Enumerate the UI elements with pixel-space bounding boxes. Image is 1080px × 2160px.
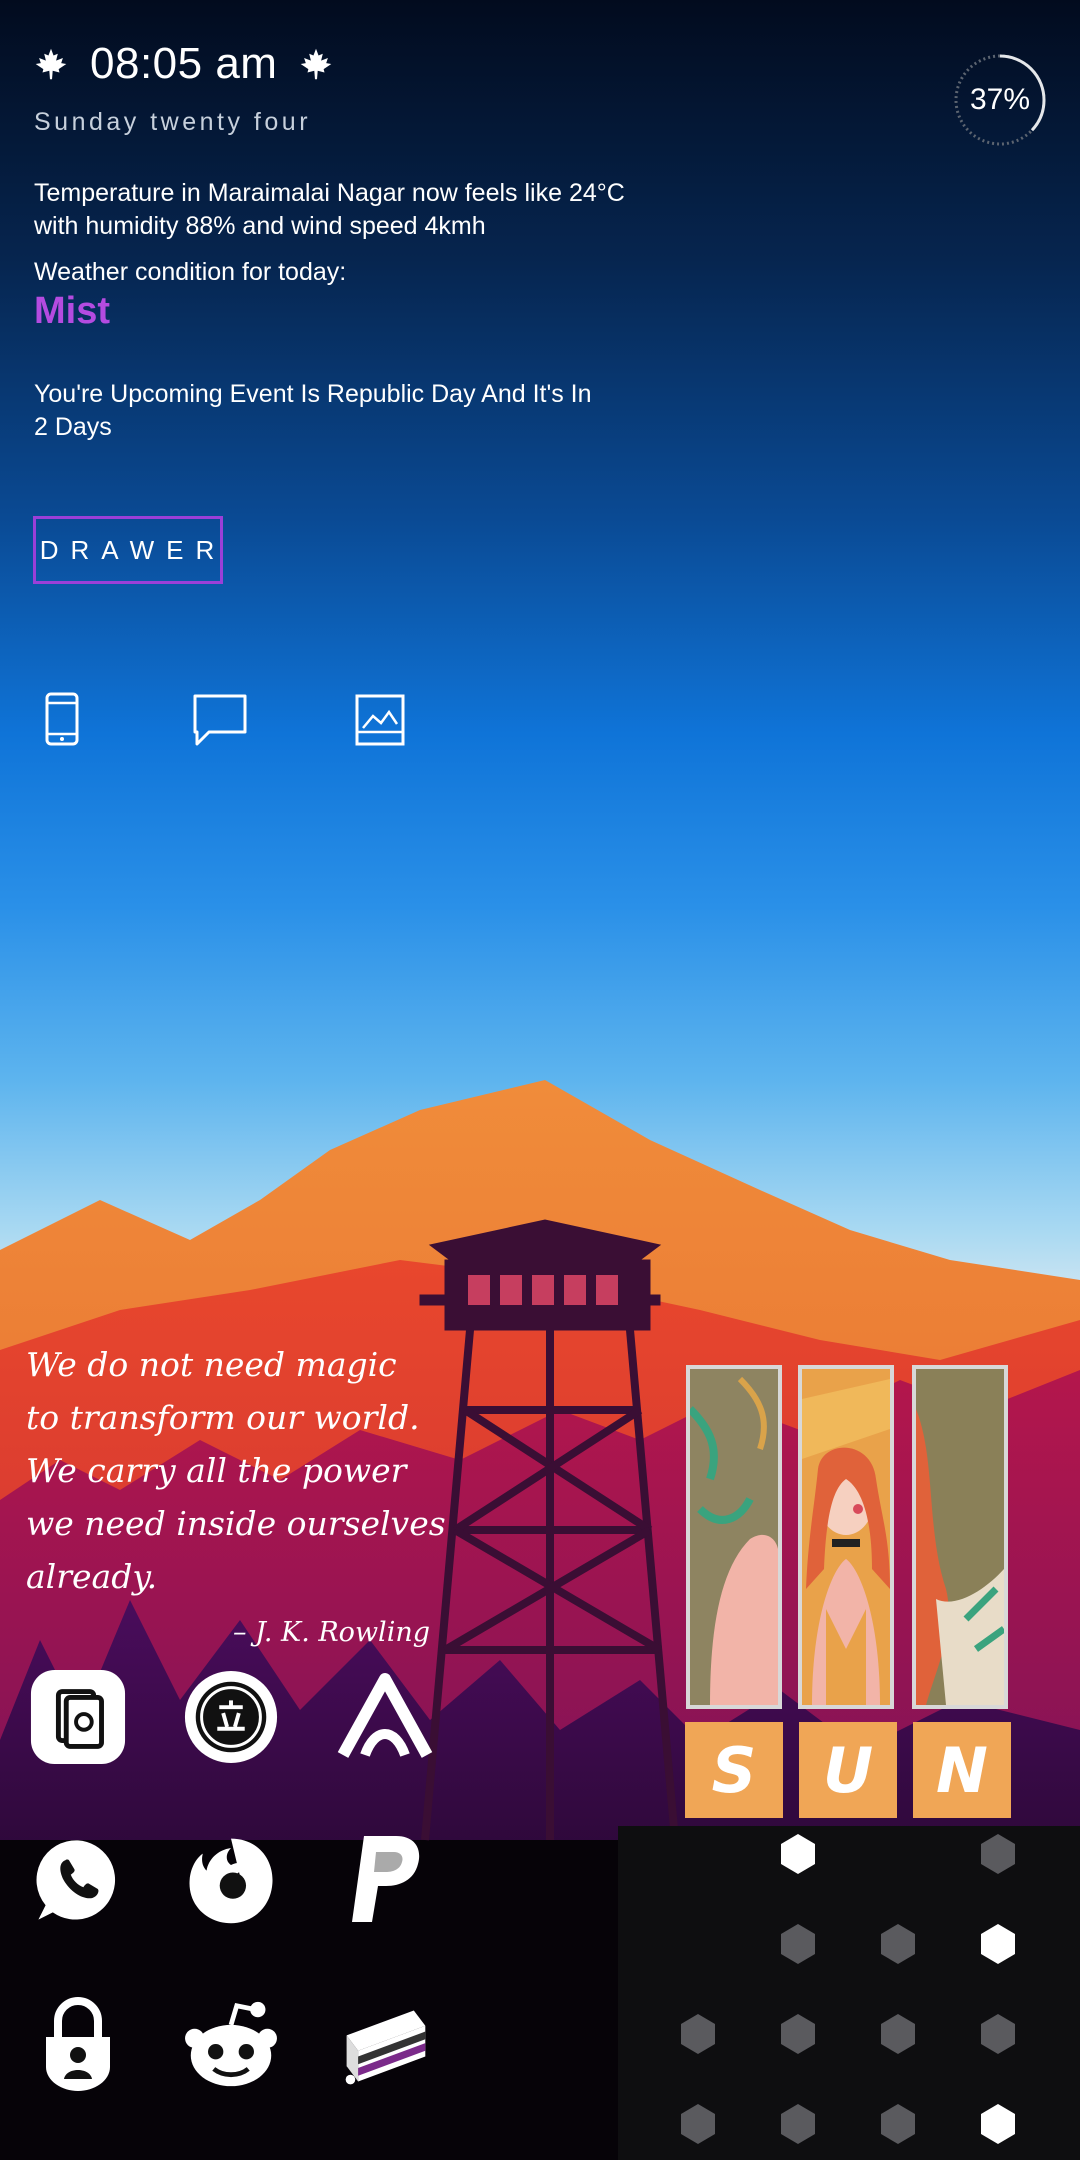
hex-dot [781,2104,815,2144]
hex-dot [681,2104,715,2144]
lock-app-icon[interactable] [28,1995,128,2095]
sun-letter-tile: U [799,1722,897,1818]
paypal-icon[interactable] [335,1830,435,1930]
hex-clock-widget [618,1826,1080,2160]
sun-letter-tile: N [913,1722,1011,1818]
quote-line: to transform our world. [26,1398,420,1437]
hex-dot [881,2014,915,2054]
anime-panel-left [686,1365,782,1709]
anime-panel-right [912,1365,1008,1709]
maple-leaf-icon [301,48,332,80]
stamp-app-icon[interactable] [181,1667,281,1767]
hex-dot [881,2104,915,2144]
hex-dot-active [781,1834,815,1874]
clock-time: 08:05 am [90,39,278,88]
weather-condition-label: Weather condition for today: [34,258,347,286]
gallery-icon[interactable] [345,690,415,752]
cake-app-icon[interactable] [335,1995,435,2095]
hex-dot-active [981,1924,1015,1964]
maple-leaf-icon [35,48,67,80]
clock-date: Sunday twenty four [34,108,312,136]
drawer-button[interactable]: DRAWER [33,516,223,584]
sun-letter-tile: S [685,1722,783,1818]
hex-dot [681,2014,715,2054]
whatsapp-icon[interactable] [28,1830,128,1930]
clock-widget[interactable]: 08:05 am [34,36,333,92]
hex-dot-active [981,2104,1015,2144]
arc-app-icon[interactable] [335,1667,435,1767]
weather-text: Temperature in Maraimalai Nagar now feel… [34,179,625,240]
battery-ring-widget: 37% [952,52,1048,148]
reddit-icon[interactable] [181,1995,281,2095]
phone-icon[interactable] [27,690,97,752]
hex-dot [981,2014,1015,2054]
battery-percent: 37% [969,83,1031,116]
quote-line: We carry all the power [26,1451,407,1490]
message-icon[interactable] [185,690,255,752]
notebook-app-icon[interactable] [28,1667,128,1767]
firefox-icon[interactable] [181,1830,281,1930]
quote-line: already. [26,1557,158,1596]
quote-widget: We do not need magic to transform our wo… [26,1338,446,1603]
quote-author: – J. K. Rowling [233,1617,430,1648]
hex-dot [981,1834,1015,1874]
hex-dot [881,1924,915,1964]
hex-dot [781,1924,815,1964]
weather-condition: Mist [34,290,110,332]
quote-line: we need inside ourselves [26,1504,446,1543]
upcoming-event: You're Upcoming Event Is Republic Day An… [34,380,592,441]
anime-panel-center [798,1365,894,1709]
hex-dot [781,2014,815,2054]
quote-line: We do not need magic [26,1345,397,1384]
